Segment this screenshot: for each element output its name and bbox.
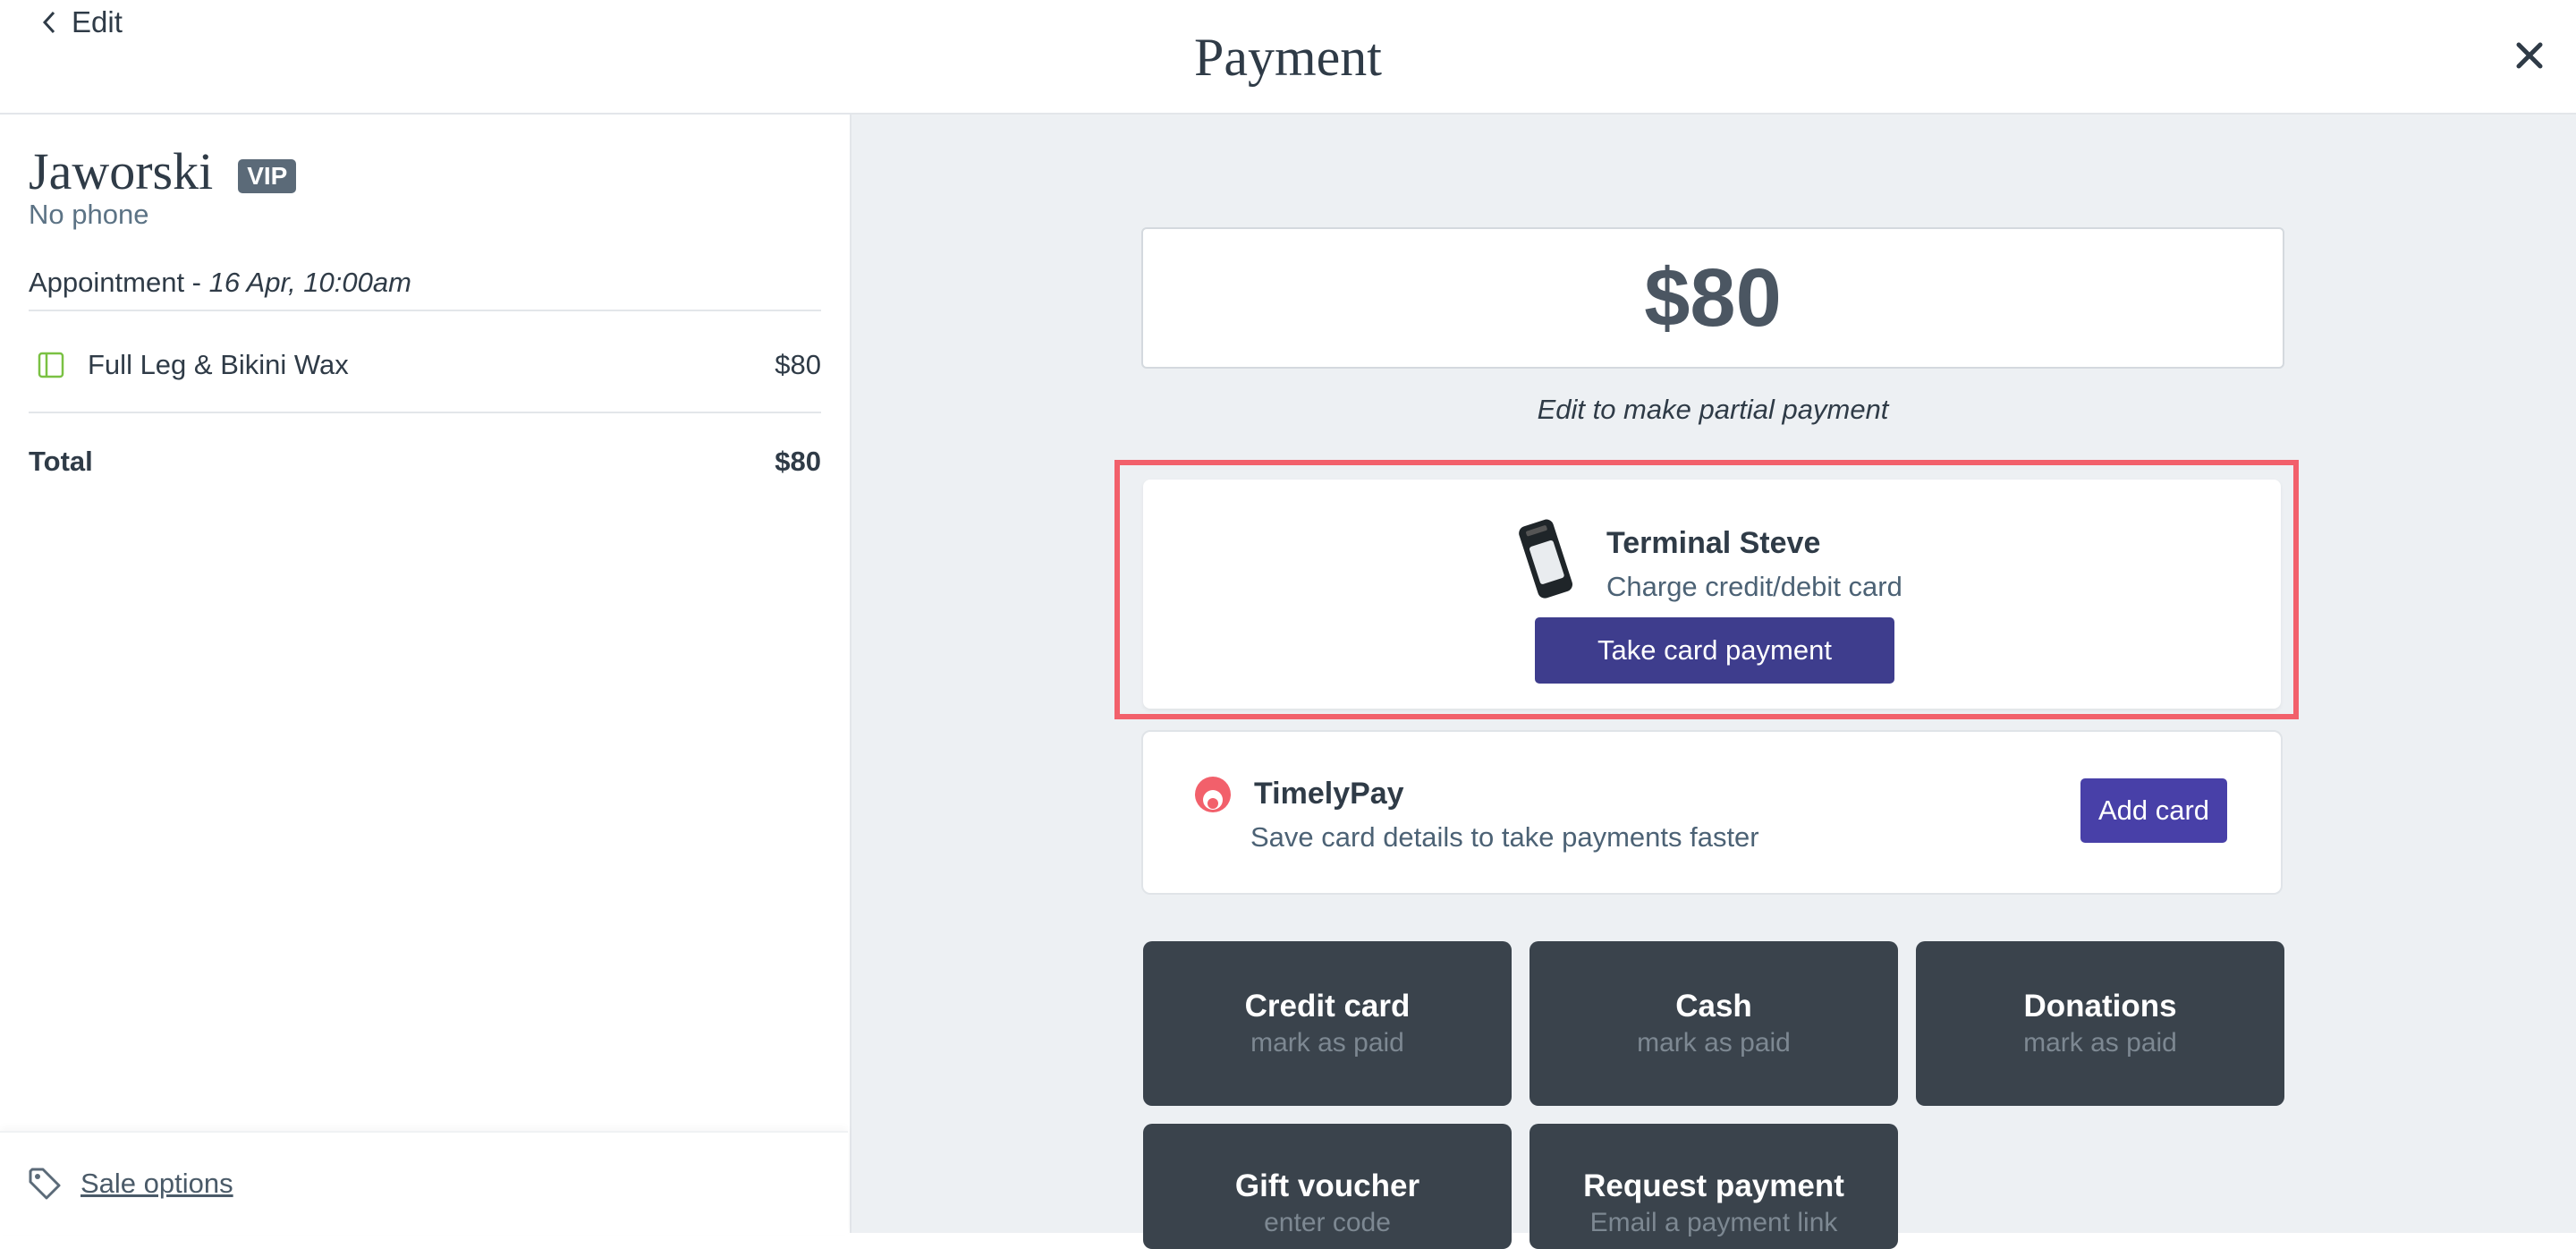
list-item[interactable]: Full Leg & Bikini Wax $80 xyxy=(29,338,821,392)
timelypay-subtitle: Save card details to take payments faste… xyxy=(1250,821,1759,853)
method-subtitle: mark as paid xyxy=(2023,1028,2177,1058)
total-row: Total $80 xyxy=(29,446,821,478)
tag-icon xyxy=(29,1168,61,1200)
take-card-payment-button[interactable]: Take card payment xyxy=(1535,617,1894,684)
customer-phone: No phone xyxy=(29,199,149,230)
card-terminal-icon xyxy=(1519,519,1573,599)
close-icon[interactable] xyxy=(2510,36,2549,75)
add-card-button[interactable]: Add card xyxy=(2080,778,2227,843)
vip-badge: VIP xyxy=(238,158,297,193)
item-name: Full Leg & Bikini Wax xyxy=(88,349,349,380)
total-value: $80 xyxy=(775,446,821,477)
method-subtitle: mark as paid xyxy=(1250,1028,1404,1058)
divider xyxy=(29,310,821,311)
method-subtitle: enter code xyxy=(1264,1208,1391,1237)
header: Edit Payment xyxy=(0,0,2576,115)
method-label: Request payment xyxy=(1583,1168,1844,1203)
appointment-date: 16 Apr, 10:00am xyxy=(208,267,411,298)
cash-button[interactable]: Cash mark as paid xyxy=(1530,941,1898,1106)
method-subtitle: mark as paid xyxy=(1637,1028,1791,1058)
donations-button[interactable]: Donations mark as paid xyxy=(1916,941,2284,1106)
gift-voucher-button[interactable]: Gift voucher enter code xyxy=(1143,1124,1512,1249)
sale-options[interactable]: Sale options xyxy=(0,1131,848,1235)
customer-name-row: Jaworski VIP xyxy=(29,141,297,201)
credit-card-button[interactable]: Credit card mark as paid xyxy=(1143,941,1512,1106)
item-price: $80 xyxy=(775,349,821,380)
terminal-name: Terminal Steve xyxy=(1606,526,1821,560)
page-title: Payment xyxy=(1194,28,1382,87)
timelypay-name: TimelyPay xyxy=(1254,777,1404,811)
method-label: Donations xyxy=(2023,989,2177,1024)
total-label: Total xyxy=(29,446,93,477)
timelypay-logo-icon xyxy=(1195,777,1231,812)
method-subtitle: Email a payment link xyxy=(1589,1208,1838,1237)
method-label: Cash xyxy=(1675,989,1752,1024)
terminal-card: Terminal Steve Charge credit/debit card … xyxy=(1143,480,2281,709)
terminal-subtitle: Charge credit/debit card xyxy=(1606,571,1902,602)
sale-summary-panel: Jaworski VIP No phone Appointment - 16 A… xyxy=(0,115,852,1233)
sale-options-link[interactable]: Sale options xyxy=(80,1168,233,1200)
timelypay-card: TimelyPay Save card details to take paym… xyxy=(1141,730,2283,895)
partial-payment-hint: Edit to make partial payment xyxy=(1537,394,1889,425)
appointment-prefix: Appointment - xyxy=(29,267,209,298)
appointment-label: Appointment - 16 Apr, 10:00am xyxy=(29,267,411,299)
customer-name[interactable]: Jaworski xyxy=(29,141,213,201)
payment-panel: $80 Edit to make partial payment Termina… xyxy=(852,115,2576,1249)
method-label: Gift voucher xyxy=(1234,1168,1420,1203)
request-payment-button[interactable]: Request payment Email a payment link xyxy=(1530,1124,1898,1249)
divider xyxy=(29,412,821,413)
amount-input[interactable]: $80 xyxy=(1141,227,2284,369)
method-label: Credit card xyxy=(1244,989,1411,1024)
service-icon xyxy=(38,352,64,378)
